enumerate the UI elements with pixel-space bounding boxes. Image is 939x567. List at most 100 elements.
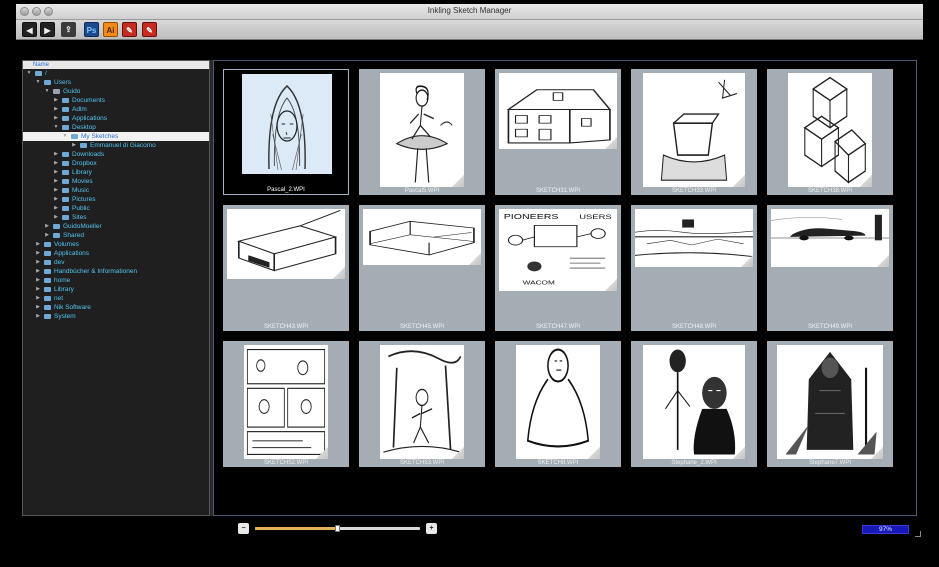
- disclosure-collapsed-icon[interactable]: ▶: [53, 168, 59, 177]
- disclosure-collapsed-icon[interactable]: ▶: [35, 303, 41, 312]
- share-button[interactable]: ⇪: [61, 22, 76, 37]
- export-tool-button-1[interactable]: ✎: [122, 22, 137, 37]
- tree-item[interactable]: ▶ Movies: [23, 177, 209, 186]
- sketch-thumbnail[interactable]: SKETCH31.WPI: [495, 69, 621, 195]
- sketch-thumbnail[interactable]: SKETCH48.WPI: [631, 205, 757, 331]
- tree-item[interactable]: ▶ System: [23, 312, 209, 321]
- open-in-illustrator-button[interactable]: Ai: [103, 22, 118, 37]
- tree-item[interactable]: ▼ Guido: [23, 87, 209, 96]
- tree-item[interactable]: ▶ Sites: [23, 213, 209, 222]
- tree-item[interactable]: ▼ /: [23, 69, 209, 78]
- folder-icon: [80, 143, 87, 148]
- tree-item[interactable]: ▶ Music: [23, 186, 209, 195]
- disclosure-expanded-icon[interactable]: ▼: [26, 69, 32, 78]
- disclosure-collapsed-icon[interactable]: ▶: [53, 213, 59, 222]
- sketch-thumbnail[interactable]: SKETCH33.WPI: [631, 69, 757, 195]
- disclosure-expanded-icon[interactable]: ▼: [62, 132, 68, 141]
- tree-item[interactable]: ▶ net: [23, 294, 209, 303]
- sketch-thumbnail[interactable]: PIONEERS USERS WACOM SKETCH47.WPI: [495, 205, 621, 331]
- forward-button[interactable]: ▶: [40, 22, 55, 37]
- thumbnail-filename: SKETCH45.WPI: [399, 324, 444, 330]
- sketch-thumbnail[interactable]: Pascal5.WPI: [359, 69, 485, 195]
- disclosure-collapsed-icon[interactable]: ▶: [53, 186, 59, 195]
- share-icon: ⇪: [65, 25, 72, 34]
- tree-item[interactable]: ▶ Library: [23, 285, 209, 294]
- thumbnail-filename: SKETCH53.WPI: [399, 460, 444, 466]
- sketch-thumbnail[interactable]: SKETCH45.WPI: [359, 205, 485, 331]
- sketch-thumbnail[interactable]: SKETCH38.WPI: [767, 69, 893, 195]
- disclosure-collapsed-icon[interactable]: ▶: [35, 294, 41, 303]
- folder-icon: [53, 233, 60, 238]
- folder-icon: [62, 215, 69, 220]
- tree-item-label: Sites: [72, 214, 87, 221]
- disclosure-collapsed-icon[interactable]: ▶: [44, 231, 50, 240]
- tree-item[interactable]: ▶ Shared: [23, 231, 209, 240]
- disclosure-collapsed-icon[interactable]: ▶: [53, 105, 59, 114]
- tree-item[interactable]: ▼ My Sketches: [23, 132, 209, 141]
- tree-item[interactable]: ▶ Library: [23, 168, 209, 177]
- sketch-thumbnail[interactable]: SKETCH53.WPI: [359, 341, 485, 467]
- tree-item-label: Guido: [63, 88, 81, 95]
- tree-item[interactable]: ▶ Emmanuel di Giacomo: [23, 141, 209, 150]
- disclosure-collapsed-icon[interactable]: ▶: [53, 177, 59, 186]
- disclosure-collapsed-icon[interactable]: ▶: [35, 258, 41, 267]
- disclosure-collapsed-icon[interactable]: ▶: [35, 312, 41, 321]
- tree-item[interactable]: ▶ Pictures: [23, 195, 209, 204]
- sketch-thumbnail[interactable]: SKETCH8.WPI: [495, 341, 621, 467]
- tree-item[interactable]: ▶ home: [23, 276, 209, 285]
- disclosure-expanded-icon[interactable]: ▼: [35, 78, 41, 87]
- disclosure-expanded-icon[interactable]: ▼: [44, 87, 50, 96]
- resize-grip-icon[interactable]: [915, 531, 921, 537]
- sketch-preview: [643, 345, 745, 459]
- back-button[interactable]: ◀: [22, 22, 37, 37]
- zoom-slider[interactable]: [255, 525, 420, 532]
- tree-item[interactable]: ▼ Desktop: [23, 123, 209, 132]
- tree-item[interactable]: ▶ Applications: [23, 114, 209, 123]
- disclosure-collapsed-icon[interactable]: ▶: [53, 204, 59, 213]
- disclosure-collapsed-icon[interactable]: ▶: [53, 114, 59, 123]
- disclosure-expanded-icon[interactable]: ▼: [53, 123, 59, 132]
- zoom-slider-knob[interactable]: [334, 525, 340, 532]
- disclosure-collapsed-icon[interactable]: ▶: [35, 276, 41, 285]
- tree-item[interactable]: ▶ Nik Software: [23, 303, 209, 312]
- disclosure-collapsed-icon[interactable]: ▶: [53, 96, 59, 105]
- tree-item[interactable]: ▶ Adlm: [23, 105, 209, 114]
- disclosure-collapsed-icon[interactable]: ▶: [35, 267, 41, 276]
- tree-item[interactable]: ▶ Dropbox: [23, 159, 209, 168]
- disclosure-collapsed-icon[interactable]: ▶: [53, 150, 59, 159]
- page-curl-icon: [469, 253, 481, 265]
- tree-item[interactable]: ▶ Applications: [23, 249, 209, 258]
- disclosure-collapsed-icon[interactable]: ▶: [35, 249, 41, 258]
- zoom-in-icon[interactable]: +: [426, 523, 437, 534]
- page-curl-icon: [741, 255, 753, 267]
- disclosure-collapsed-icon[interactable]: ▶: [44, 222, 50, 231]
- folder-icon: [44, 296, 51, 301]
- disclosure-collapsed-icon[interactable]: ▶: [53, 195, 59, 204]
- column-header-name[interactable]: Name: [23, 61, 209, 69]
- open-in-photoshop-button[interactable]: Ps: [84, 22, 99, 37]
- sketch-preview: [499, 73, 617, 149]
- tree-item[interactable]: ▶ Handbücher & Informationen: [23, 267, 209, 276]
- sketch-thumbnail[interactable]: SKETCH52.WPI: [223, 341, 349, 467]
- tree-item-label: Library: [54, 286, 74, 293]
- tree-item[interactable]: ▶ GuidoMoeller: [23, 222, 209, 231]
- folder-icon: [53, 224, 60, 229]
- export-tool-button-2[interactable]: ✎: [142, 22, 157, 37]
- disclosure-collapsed-icon[interactable]: ▶: [35, 285, 41, 294]
- tree-item[interactable]: ▶ Documents: [23, 96, 209, 105]
- disclosure-collapsed-icon[interactable]: ▶: [53, 159, 59, 168]
- sketch-thumbnail[interactable]: Pascal_2.WPI: [223, 69, 349, 195]
- sketch-thumbnail[interactable]: SKETCH49.WPI: [767, 205, 893, 331]
- disclosure-collapsed-icon[interactable]: ▶: [71, 141, 77, 150]
- sketch-thumbnail[interactable]: Stephane_2.WPI: [631, 341, 757, 467]
- sketch-thumbnail[interactable]: Stephane7.WPI: [767, 341, 893, 467]
- tree-item[interactable]: ▶ Public: [23, 204, 209, 213]
- tree-item[interactable]: ▼ Users: [23, 78, 209, 87]
- disclosure-collapsed-icon[interactable]: ▶: [35, 240, 41, 249]
- tree-item[interactable]: ▶ Downloads: [23, 150, 209, 159]
- tree-item[interactable]: ▶ Volumes: [23, 240, 209, 249]
- tree-item[interactable]: ▶ dev: [23, 258, 209, 267]
- home-folder-icon: [53, 89, 60, 94]
- sketch-thumbnail[interactable]: SKETCH43.WPI: [223, 205, 349, 331]
- zoom-out-icon[interactable]: −: [238, 523, 249, 534]
